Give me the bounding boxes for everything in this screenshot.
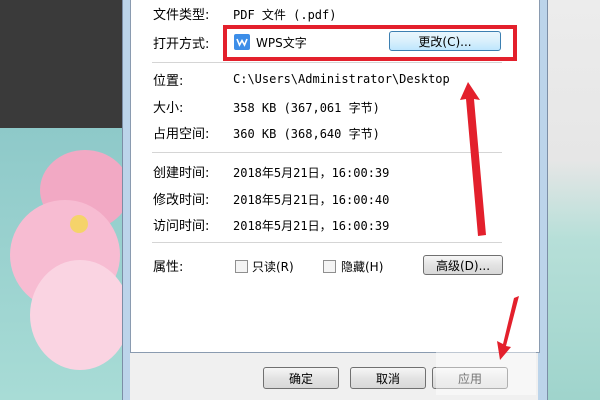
- annotation-arrows: [460, 82, 519, 360]
- annotation-arrow-up: [460, 82, 486, 236]
- annotation-arrow-down: [497, 296, 519, 360]
